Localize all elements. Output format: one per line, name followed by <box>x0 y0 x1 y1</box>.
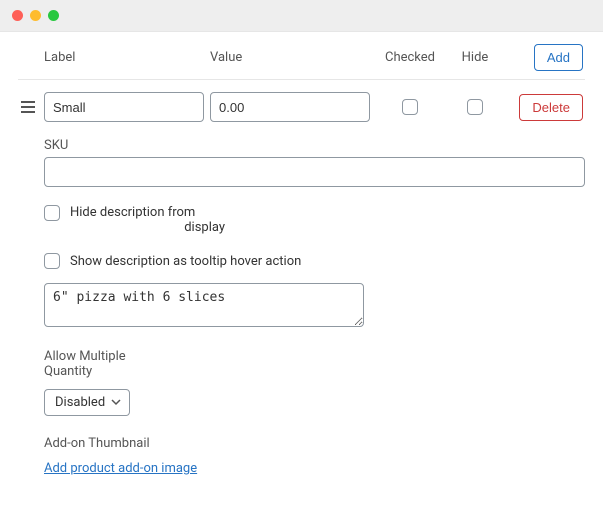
header-hide: Hide <box>450 50 500 65</box>
multi-qty-label: Allow Multiple Quantity <box>44 349 585 379</box>
description-textarea[interactable] <box>44 283 364 327</box>
hide-checkbox[interactable] <box>467 99 483 115</box>
window-minimize-icon[interactable] <box>30 10 41 21</box>
label-input[interactable] <box>44 92 204 122</box>
value-input[interactable] <box>210 92 370 122</box>
header-value: Value <box>210 50 370 65</box>
sku-input[interactable] <box>44 157 585 187</box>
chevron-down-icon <box>111 395 121 410</box>
columns-header: Label Value Checked Hide Add <box>18 44 585 80</box>
add-thumbnail-link[interactable]: Add product add-on image <box>44 461 197 476</box>
tooltip-description-checkbox[interactable] <box>44 253 60 269</box>
window-titlebar <box>0 0 603 32</box>
drag-handle-icon[interactable] <box>18 100 38 114</box>
multi-qty-select[interactable]: Disabled <box>44 389 130 416</box>
window-zoom-icon[interactable] <box>48 10 59 21</box>
window-close-icon[interactable] <box>12 10 23 21</box>
checked-checkbox[interactable] <box>402 99 418 115</box>
delete-button[interactable]: Delete <box>519 94 583 121</box>
hide-description-checkbox[interactable] <box>44 205 60 221</box>
header-checked: Checked <box>376 50 444 65</box>
tooltip-description-label: Show description as tooltip hover action <box>70 254 301 269</box>
thumbnail-label: Add-on Thumbnail <box>44 436 585 451</box>
sku-label: SKU <box>44 138 585 153</box>
hide-description-label: Hide description from display <box>70 205 225 235</box>
multi-qty-selected: Disabled <box>55 395 105 410</box>
option-row: Delete <box>18 80 585 128</box>
add-button[interactable]: Add <box>534 44 583 71</box>
header-label: Label <box>44 50 204 65</box>
